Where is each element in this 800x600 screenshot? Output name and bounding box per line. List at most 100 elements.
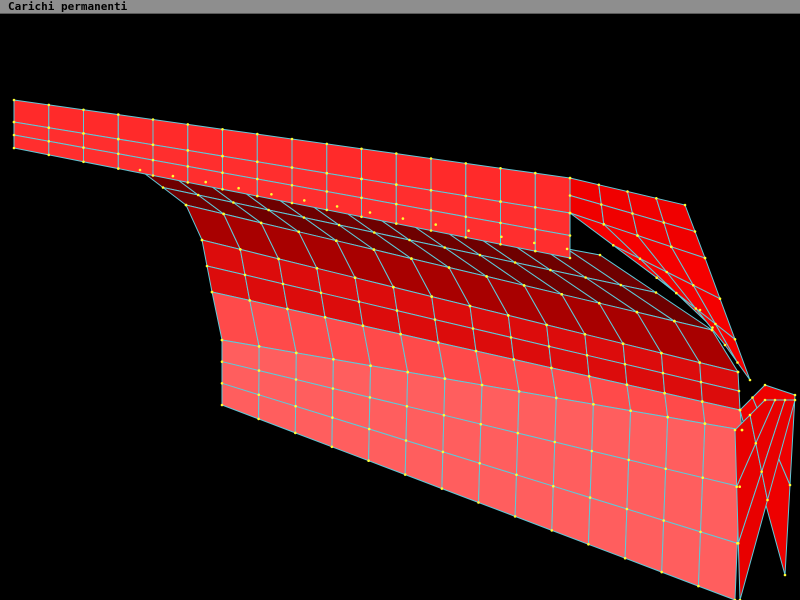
mesh-node — [184, 203, 188, 207]
mesh-node — [255, 177, 259, 181]
mesh-node — [714, 322, 717, 326]
mesh-node — [290, 184, 294, 187]
mesh-node — [740, 428, 744, 432]
mesh-node — [353, 276, 357, 280]
mesh-node — [82, 132, 85, 135]
mesh-node — [186, 149, 190, 152]
mesh-node — [553, 440, 557, 444]
mesh-node — [499, 221, 502, 225]
mesh-node — [12, 133, 16, 137]
mesh-node — [534, 249, 537, 253]
mesh-node — [294, 378, 298, 381]
mesh-node — [592, 403, 595, 406]
mesh-node — [783, 398, 787, 402]
mesh-node — [395, 222, 398, 225]
mesh-node — [568, 256, 572, 260]
fem-viewer-window: Carichi permanenti — [0, 0, 800, 600]
mesh-node — [337, 223, 341, 227]
mesh-node — [447, 266, 451, 269]
mesh-node — [367, 427, 371, 431]
mesh-node — [443, 377, 447, 380]
mesh-node — [117, 167, 120, 170]
mesh-node — [186, 123, 190, 126]
mesh-node — [237, 186, 240, 190]
mesh-node — [666, 415, 669, 419]
mesh-node — [748, 378, 752, 382]
mesh-node — [534, 171, 537, 175]
mesh-node — [290, 166, 294, 169]
mesh-node — [403, 473, 407, 476]
mesh-node — [82, 146, 85, 149]
mesh-top-slab-top — [430, 157, 467, 197]
mesh-node — [480, 383, 484, 387]
mesh-node — [478, 462, 482, 465]
mesh-node — [441, 450, 445, 454]
mesh-node — [619, 283, 623, 287]
mesh-node — [47, 140, 51, 143]
mesh-node — [499, 200, 502, 203]
mesh-node — [395, 309, 399, 312]
mesh-node — [625, 383, 629, 387]
mesh-node — [12, 146, 16, 150]
mesh-node — [693, 230, 697, 233]
mesh-node — [395, 202, 398, 206]
mesh-node — [360, 147, 363, 151]
mesh-node — [161, 186, 165, 189]
mesh-node — [221, 188, 224, 191]
mesh-node — [552, 484, 555, 488]
mesh-node — [315, 267, 319, 270]
mesh-node — [401, 217, 405, 220]
mesh-node — [270, 193, 273, 196]
mesh-node — [699, 380, 703, 384]
mesh-node — [429, 189, 433, 192]
mesh-node — [516, 431, 520, 435]
mesh-node — [788, 483, 792, 487]
mesh-node — [82, 108, 85, 112]
mesh-node — [410, 257, 413, 260]
mesh-node — [584, 276, 587, 279]
mesh-node — [239, 248, 242, 251]
mesh-node — [221, 171, 224, 174]
mesh-node — [588, 496, 592, 499]
mesh-node — [670, 245, 673, 249]
mesh-node — [568, 176, 572, 180]
mesh-node — [733, 428, 737, 432]
mesh-node — [392, 285, 395, 289]
mesh-node — [587, 375, 591, 378]
mesh-node — [711, 326, 714, 329]
mesh-node — [395, 183, 398, 186]
mesh-node — [325, 208, 329, 212]
mesh-node — [331, 387, 335, 390]
mesh-node — [568, 194, 572, 197]
mesh-node — [319, 291, 323, 295]
mesh-node — [468, 304, 472, 308]
mesh-node — [636, 234, 639, 237]
mesh-node — [243, 273, 247, 277]
mesh-node — [627, 458, 630, 462]
mesh-node — [701, 400, 704, 403]
mesh-node — [331, 416, 334, 419]
mesh-node — [598, 301, 601, 305]
mesh-node — [783, 573, 787, 577]
mesh-node — [434, 223, 438, 226]
mesh-node — [467, 229, 470, 232]
mesh-front-wall — [587, 496, 628, 559]
mesh-node — [399, 332, 402, 336]
model-viewport[interactable] — [0, 15, 800, 600]
mesh-node — [587, 543, 590, 546]
mesh-node — [560, 293, 563, 296]
mesh-node — [335, 239, 338, 242]
mesh-node — [590, 449, 594, 453]
mesh-node — [429, 209, 433, 212]
mesh-node — [357, 300, 361, 304]
mesh-node — [290, 201, 294, 205]
mesh-node — [760, 470, 763, 474]
mesh-node — [515, 473, 518, 477]
mesh-node — [335, 205, 339, 208]
mesh-node — [257, 369, 261, 372]
mesh-node — [440, 487, 444, 490]
mesh-node — [754, 442, 758, 445]
mesh-node — [723, 343, 727, 347]
mesh-node — [255, 194, 259, 198]
mesh-node — [737, 389, 741, 393]
